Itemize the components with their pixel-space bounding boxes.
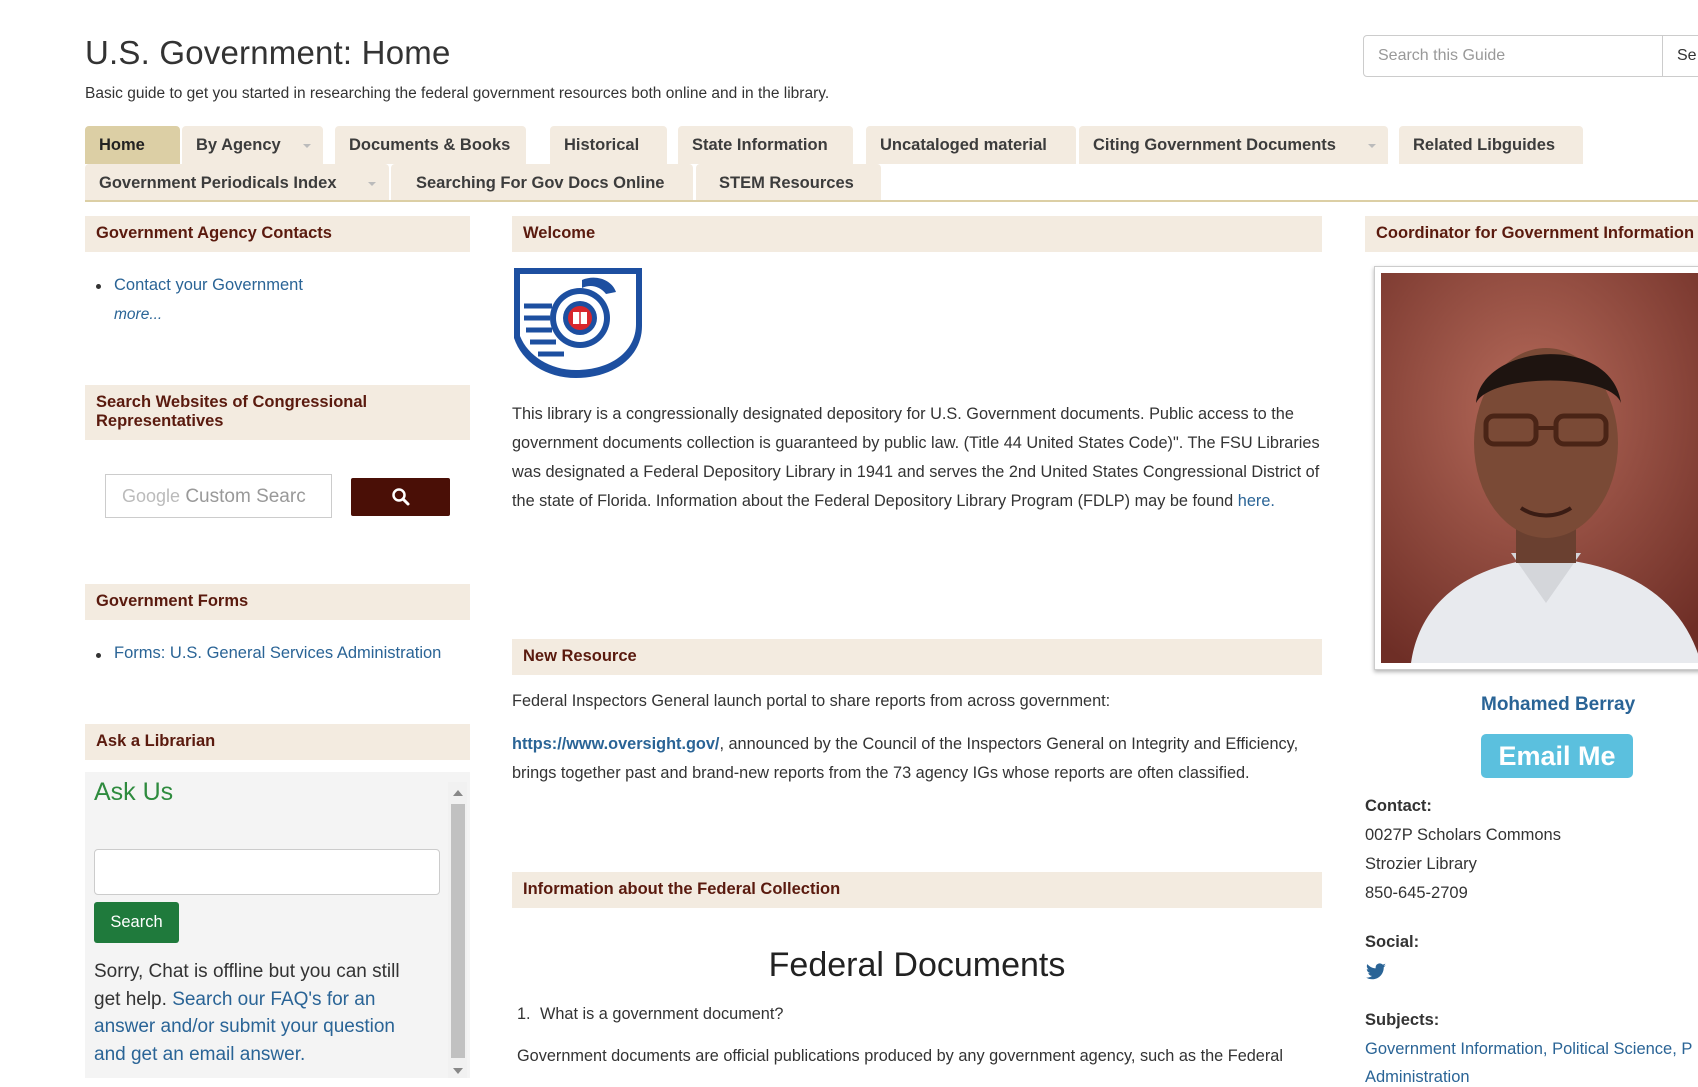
tab-state-information[interactable]: State Information (678, 126, 853, 164)
chevron-down-icon (303, 144, 311, 148)
contact-line: 0027P Scholars Commons (1365, 826, 1561, 844)
tab-label: STEM Resources (719, 174, 854, 192)
tab-label: Uncataloged material (880, 136, 1047, 154)
ask-scrollbar-thumb[interactable] (451, 804, 465, 1058)
ask-search-button[interactable]: Search (94, 902, 179, 943)
federal-documents-title: Federal Documents (768, 946, 1066, 984)
tab-label: Documents & Books (349, 136, 511, 154)
faq-question-number: 1. (517, 1005, 531, 1023)
ask-question-input[interactable] (94, 849, 440, 895)
fdlp-here-link[interactable]: here. (1238, 492, 1275, 510)
tab-label: Government Periodicals Index (99, 174, 337, 192)
tab-government-periodicals-index[interactable]: Government Periodicals Index (85, 164, 389, 202)
tab-label: Related Libguides (1413, 136, 1556, 154)
welcome-text: This library is a congressionally design… (512, 405, 1320, 510)
tab-label: Home (99, 136, 145, 154)
new-resource-intro: Federal Inspectors General launch portal… (512, 692, 1111, 710)
chevron-down-icon (368, 182, 376, 186)
fdlp-eagle-logo (512, 266, 644, 378)
tab-related-libguides[interactable]: Related Libguides (1399, 126, 1583, 164)
contact-label: Contact: (1365, 797, 1432, 815)
twitter-icon[interactable] (1365, 963, 1387, 981)
google-custom-search-input[interactable]: Google Custom Searc (105, 474, 332, 518)
faq-question: What is a government document? (540, 1005, 784, 1023)
chat-offline-message: Sorry, Chat is offline but you can still… (94, 958, 424, 1068)
tab-label: Historical (564, 136, 640, 154)
subjects-links[interactable]: Government Information, Political Scienc… (1365, 1040, 1692, 1059)
scroll-down-arrow-icon[interactable] (453, 1068, 463, 1074)
tab-citing-government-documents[interactable]: Citing Government Documents (1079, 126, 1388, 164)
faq-answer: Government documents are official public… (517, 1047, 1283, 1065)
search-placeholder: Custom Searc (185, 486, 306, 507)
tab-label: Searching For Gov Docs Online (416, 174, 665, 192)
guide-search-button[interactable]: Se (1663, 35, 1698, 77)
search-icon (392, 488, 410, 506)
email-me-button[interactable]: Email Me (1481, 734, 1633, 778)
tab-by-agency[interactable]: By Agency (182, 126, 323, 164)
forms-gsa-link[interactable]: Forms: U.S. General Services Administrat… (114, 644, 441, 663)
box-heading-coordinator: Coordinator for Government Information (1365, 216, 1698, 252)
tab-documents-books[interactable]: Documents & Books (335, 126, 526, 164)
box-heading-federal-collection: Information about the Federal Collection (512, 872, 1322, 908)
contact-your-government-link[interactable]: Contact your Government (114, 276, 303, 295)
box-heading-government-forms: Government Forms (85, 584, 470, 620)
subjects-label: Subjects: (1365, 1011, 1440, 1029)
google-search-button[interactable] (351, 478, 450, 516)
guide-title: U.S. Government: Home (85, 34, 451, 71)
tab-label: Citing Government Documents (1093, 136, 1336, 154)
more-link[interactable]: more... (114, 306, 162, 324)
contact-line: 850-645-2709 (1365, 884, 1468, 902)
bullet (96, 653, 101, 658)
ask-us-title: Ask Us (94, 778, 174, 806)
scroll-up-arrow-icon[interactable] (453, 790, 463, 796)
tab-home[interactable]: Home (85, 126, 180, 164)
chevron-down-icon (1368, 144, 1376, 148)
tab-label: By Agency (196, 136, 281, 154)
coordinator-name-link[interactable]: Mohamed Berray (1481, 694, 1635, 716)
tab-searching-for-gov-docs-online[interactable]: Searching For Gov Docs Online (391, 164, 693, 202)
google-brand-text: Google (122, 486, 181, 506)
oversight-gov-link[interactable]: https://www.oversight.gov/ (512, 735, 719, 753)
social-label: Social: (1365, 933, 1420, 951)
box-heading-congressional-search: Search Websites of Congressional Represe… (85, 385, 470, 440)
box-heading-new-resource: New Resource (512, 639, 1322, 675)
box-heading-welcome: Welcome (512, 216, 1322, 252)
guide-description: Basic guide to get you started in resear… (85, 85, 830, 102)
welcome-paragraph: This library is a congressionally design… (512, 400, 1322, 516)
tab-historical[interactable]: Historical (550, 126, 667, 164)
guide-search-input[interactable]: Search this Guide (1363, 35, 1663, 77)
new-resource-paragraph: https://www.oversight.gov/, announced by… (512, 730, 1322, 788)
profile-photo (1381, 273, 1698, 663)
tab-label: State Information (692, 136, 828, 154)
box-heading-ask-a-librarian: Ask a Librarian (85, 724, 470, 760)
tabs-divider (85, 200, 1698, 202)
box-heading-agency-contacts: Government Agency Contacts (85, 216, 470, 252)
contact-line: Strozier Library (1365, 855, 1477, 873)
bullet (96, 284, 101, 289)
tab-uncataloged-material[interactable]: Uncataloged material (866, 126, 1076, 164)
tab-stem-resources[interactable]: STEM Resources (696, 164, 881, 202)
